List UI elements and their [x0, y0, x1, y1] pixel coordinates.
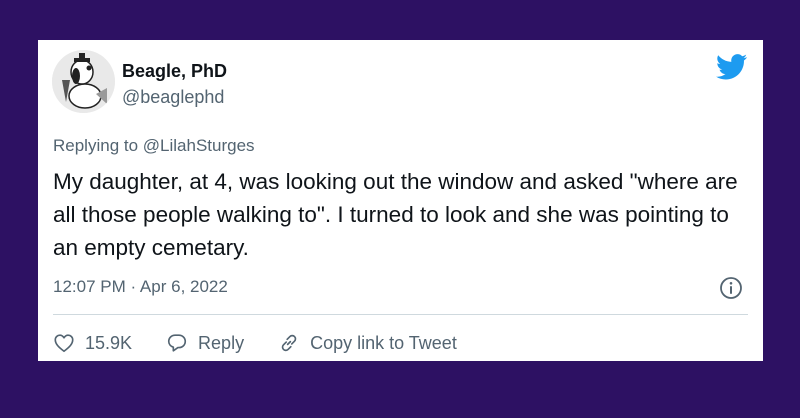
handle[interactable]: @beaglephd	[122, 87, 224, 108]
tweet-actions: 15.9K Reply Copy link to Tweet	[53, 328, 491, 358]
copy-link-label: Copy link to Tweet	[310, 332, 457, 353]
reply-bubble-icon	[167, 334, 187, 352]
like-count: 15.9K	[85, 332, 133, 353]
avatar[interactable]	[52, 50, 115, 113]
reply-button[interactable]: Reply	[166, 332, 244, 354]
info-icon[interactable]	[719, 276, 743, 300]
heart-icon	[54, 334, 74, 353]
divider	[53, 314, 748, 315]
twitter-bird-icon[interactable]	[716, 54, 748, 80]
tweet-card: Beagle, PhD @beaglephd Replying to @Lila…	[38, 40, 763, 361]
replying-to-mention[interactable]: @LilahSturges	[143, 136, 255, 155]
like-button[interactable]: 15.9K	[53, 332, 132, 354]
tweet-timestamp[interactable]: 12:07 PM · Apr 6, 2022	[53, 277, 228, 297]
tweet-text: My daughter, at 4, was looking out the w…	[53, 169, 738, 260]
link-icon	[281, 334, 297, 352]
beagle-avatar-image	[52, 50, 115, 113]
copy-link-button[interactable]: Copy link to Tweet	[278, 332, 457, 354]
reply-label: Reply	[198, 332, 245, 353]
replying-to: Replying to @LilahSturges	[53, 136, 255, 156]
display-name[interactable]: Beagle, PhD	[122, 61, 227, 82]
replying-prefix: Replying to	[53, 136, 143, 155]
